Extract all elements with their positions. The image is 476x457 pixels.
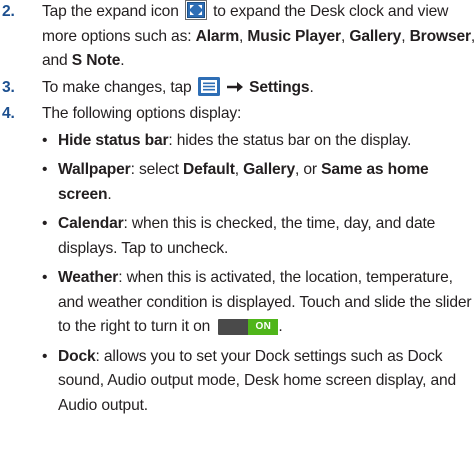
list-item-hide-status-bar: • Hide status bar: hides the status bar … — [42, 129, 476, 154]
option-s-note: S Note — [71, 52, 121, 69]
description: : allows you to set your Dock settings s… — [58, 347, 457, 414]
option-browser: Browser — [409, 27, 472, 45]
step-text: Tap the expand icon — [42, 3, 179, 20]
document-page: 2. Tap the expand icon to expand the Des… — [0, 0, 476, 423]
term-dock: Dock — [58, 347, 96, 365]
list-item-dock: • Dock: allows you to set your Dock sett… — [42, 345, 476, 419]
period-text: . — [278, 318, 283, 335]
period-text: . — [309, 78, 314, 96]
toggle-on-label: ON — [248, 319, 279, 335]
conjunction-text: and — [42, 52, 68, 69]
list-item-calendar: • Calendar: when this is checked, the ti… — [42, 212, 476, 261]
options-list: • Hide status bar: hides the status bar … — [42, 129, 476, 419]
description: : hides the status bar on the display. — [168, 131, 412, 149]
option-default: Default — [182, 161, 235, 178]
period-text: . — [120, 52, 125, 69]
step-3: 3. To make changes, tap Settings. — [0, 76, 476, 101]
step-number: 2. — [2, 3, 15, 20]
menu-icon — [197, 76, 220, 96]
bullet-marker: • — [42, 269, 48, 286]
bullet-marker: • — [42, 215, 48, 232]
list-item-wallpaper: • Wallpaper: select Default, Gallery, or… — [42, 158, 476, 207]
term-hide-status-bar: Hide status bar — [58, 131, 169, 149]
weather-toggle: ON — [218, 319, 279, 335]
term-wallpaper: Wallpaper — [58, 161, 131, 178]
step-text: To make changes, tap — [42, 78, 192, 96]
option-gallery: Gallery — [243, 161, 296, 178]
term-calendar: Calendar — [58, 215, 124, 232]
list-item-weather: • Weather: when this is activated, the l… — [42, 266, 476, 340]
conjunction-text: or — [303, 161, 317, 178]
bullet-marker: • — [42, 347, 48, 365]
step-2: 2. Tap the expand icon to expand the Des… — [0, 0, 476, 74]
step-4: 4. The following options display: • Hide… — [0, 102, 476, 418]
step-text: The following options display: — [42, 105, 242, 122]
term-weather: Weather — [58, 269, 119, 286]
option-alarm: Alarm — [195, 27, 240, 45]
settings-label: Settings — [249, 78, 310, 96]
option-music-player: Music Player — [247, 27, 341, 45]
arrow-right-icon — [226, 81, 243, 93]
bullet-marker: • — [42, 131, 48, 149]
period-text: . — [107, 185, 112, 203]
expand-icon — [184, 0, 207, 20]
step-number: 3. — [2, 78, 15, 96]
option-gallery: Gallery — [349, 27, 402, 45]
step-number: 4. — [2, 105, 15, 122]
description: : select — [130, 161, 179, 178]
bullet-marker: • — [42, 161, 48, 178]
